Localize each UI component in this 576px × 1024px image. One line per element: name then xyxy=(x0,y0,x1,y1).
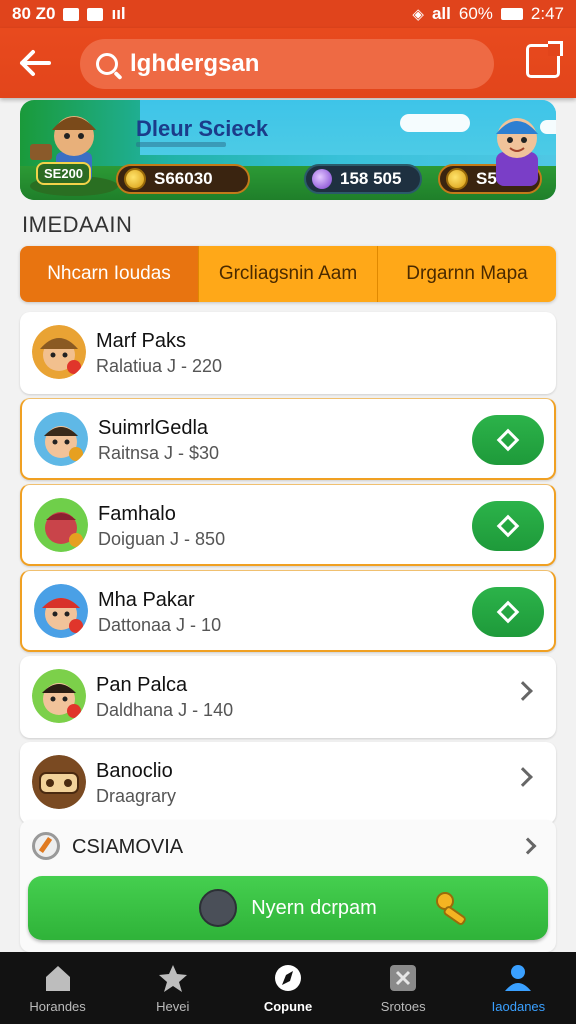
item-subtitle: Draagrary xyxy=(96,786,177,806)
go-button[interactable] xyxy=(472,587,544,637)
coin-value: S66030 xyxy=(154,169,213,188)
tab-1[interactable]: Nhcarn Ioudas xyxy=(20,246,198,302)
banner-left-badge: SE200 xyxy=(36,162,92,185)
status-bar: 80 Z0 ııl ◈ all 60% 2:47 xyxy=(0,0,576,28)
list-item[interactable]: Famhalo Doiguan J - 850 xyxy=(20,484,556,566)
tab-3[interactable]: Drgarnn Mapa xyxy=(377,246,556,302)
back-arrow-icon[interactable] xyxy=(0,28,70,98)
arrow-diamond-icon xyxy=(496,428,520,452)
clock: 2:47 xyxy=(530,4,564,23)
grid-icon xyxy=(390,964,417,991)
promo-banner[interactable]: SE200 Dleur Scieck S66030 158 505 S5305 xyxy=(20,100,556,200)
nav-profile[interactable]: Iaodanes xyxy=(461,952,576,1024)
avatar xyxy=(34,584,88,638)
go-button[interactable] xyxy=(472,501,544,551)
avatar xyxy=(32,755,86,809)
list-item[interactable]: SuimrlGedla Raitnsa J - $30 xyxy=(20,398,556,480)
nav-label: Copune xyxy=(263,998,313,1014)
search-icon xyxy=(96,53,118,75)
primary-action-label: Nyern dcrpam xyxy=(251,896,377,919)
app-header: lghdergsan xyxy=(0,28,576,98)
nav-home[interactable]: Horandes xyxy=(0,952,115,1024)
search-text: lghdergsan xyxy=(130,50,260,77)
arrow-diamond-icon xyxy=(496,514,520,538)
item-list: Marf Paks Ralatiua J - 220 SuimrlGedla R… xyxy=(20,312,556,828)
tab-2[interactable]: Grcliagsnin Aam xyxy=(198,246,377,302)
tab-bar: Nhcarn Ioudas Grcliagsnin Aam Drgarnn Ma… xyxy=(20,246,556,302)
mail-icon xyxy=(63,7,80,21)
search-field[interactable]: lghdergsan xyxy=(80,39,494,89)
battery-percent: 60% xyxy=(458,4,493,23)
item-name: Marf Paks xyxy=(96,330,187,352)
panel-title: CSIAMOVIA xyxy=(72,836,184,858)
avatar xyxy=(34,498,88,552)
item-subtitle: Dattonaa J - 10 xyxy=(98,615,222,635)
nav-star[interactable]: Hevei xyxy=(115,952,230,1024)
compass-pencil-icon xyxy=(32,832,60,860)
gem-value: 158 505 xyxy=(340,169,402,188)
section-title: IMEDAAIN xyxy=(22,212,133,237)
item-name: SuimrlGedla xyxy=(98,417,209,439)
home-icon xyxy=(45,965,70,991)
item-subtitle: Ralatiua J - 220 xyxy=(96,356,223,376)
avatar xyxy=(32,325,86,379)
image-icon xyxy=(87,7,104,21)
list-item[interactable]: Mha Pakar Dattonaa J - 10 xyxy=(20,570,556,652)
coin-icon xyxy=(124,168,146,190)
key-icon xyxy=(436,892,466,925)
notification-icon: ııl xyxy=(111,4,126,23)
chevron-right-icon xyxy=(513,767,533,787)
coin-icon xyxy=(446,168,468,190)
banner-title: Dleur Scieck xyxy=(136,116,269,141)
arrow-diamond-icon xyxy=(496,600,520,624)
list-item[interactable]: Pan Palca Daldhana J - 140 xyxy=(20,656,556,738)
list-item[interactable]: Banoclio Draagrary xyxy=(20,742,556,824)
nav-compass[interactable]: Copune xyxy=(230,952,345,1024)
cloud-shape xyxy=(400,114,470,132)
item-subtitle: Raitnsa J - $30 xyxy=(98,443,220,463)
profile-icon xyxy=(505,964,532,991)
gem-counter: 158 505 xyxy=(304,164,422,194)
item-name: Pan Palca xyxy=(96,674,188,696)
battery-icon xyxy=(500,8,523,20)
item-name: Famhalo xyxy=(98,503,176,525)
status-left-text: 80 Z0 xyxy=(12,4,56,23)
banner-subtitle-line xyxy=(136,142,226,147)
item-name: Banoclio xyxy=(96,760,173,782)
nav-label: Srotoes xyxy=(380,998,426,1014)
item-name: Mha Pakar xyxy=(98,589,195,611)
nav-label: Horandes xyxy=(29,998,86,1014)
item-subtitle: Daldhana J - 140 xyxy=(96,700,234,720)
bottom-navigation: Horandes Hevei Copune Srotoes Iaodanes xyxy=(0,952,576,1024)
item-subtitle: Doiguan J - 850 xyxy=(98,529,226,549)
primary-action-button[interactable]: Nyern dcrpam xyxy=(28,876,548,940)
coin-counter: S66030 xyxy=(116,164,250,194)
bottom-panel: CSIAMOVIA Nyern dcrpam xyxy=(20,820,556,952)
nav-grid[interactable]: Srotoes xyxy=(346,952,461,1024)
nav-label: Iaodanes xyxy=(491,998,546,1014)
list-item[interactable]: Marf Paks Ralatiua J - 220 xyxy=(20,312,556,394)
go-button[interactable] xyxy=(472,415,544,465)
wifi-icon: ◈ xyxy=(412,6,424,23)
avatar xyxy=(32,669,86,723)
star-icon xyxy=(158,964,187,992)
share-icon[interactable] xyxy=(526,41,563,78)
chevron-right-icon xyxy=(513,681,533,701)
avatar xyxy=(34,412,88,466)
compass-icon xyxy=(275,964,301,991)
tool-icon xyxy=(199,889,238,927)
signal-text: all xyxy=(431,4,451,23)
gem-icon xyxy=(312,169,332,189)
character-right-illustration xyxy=(496,118,538,186)
nav-label: Hevei xyxy=(156,998,190,1014)
chevron-right-icon[interactable] xyxy=(519,837,537,855)
